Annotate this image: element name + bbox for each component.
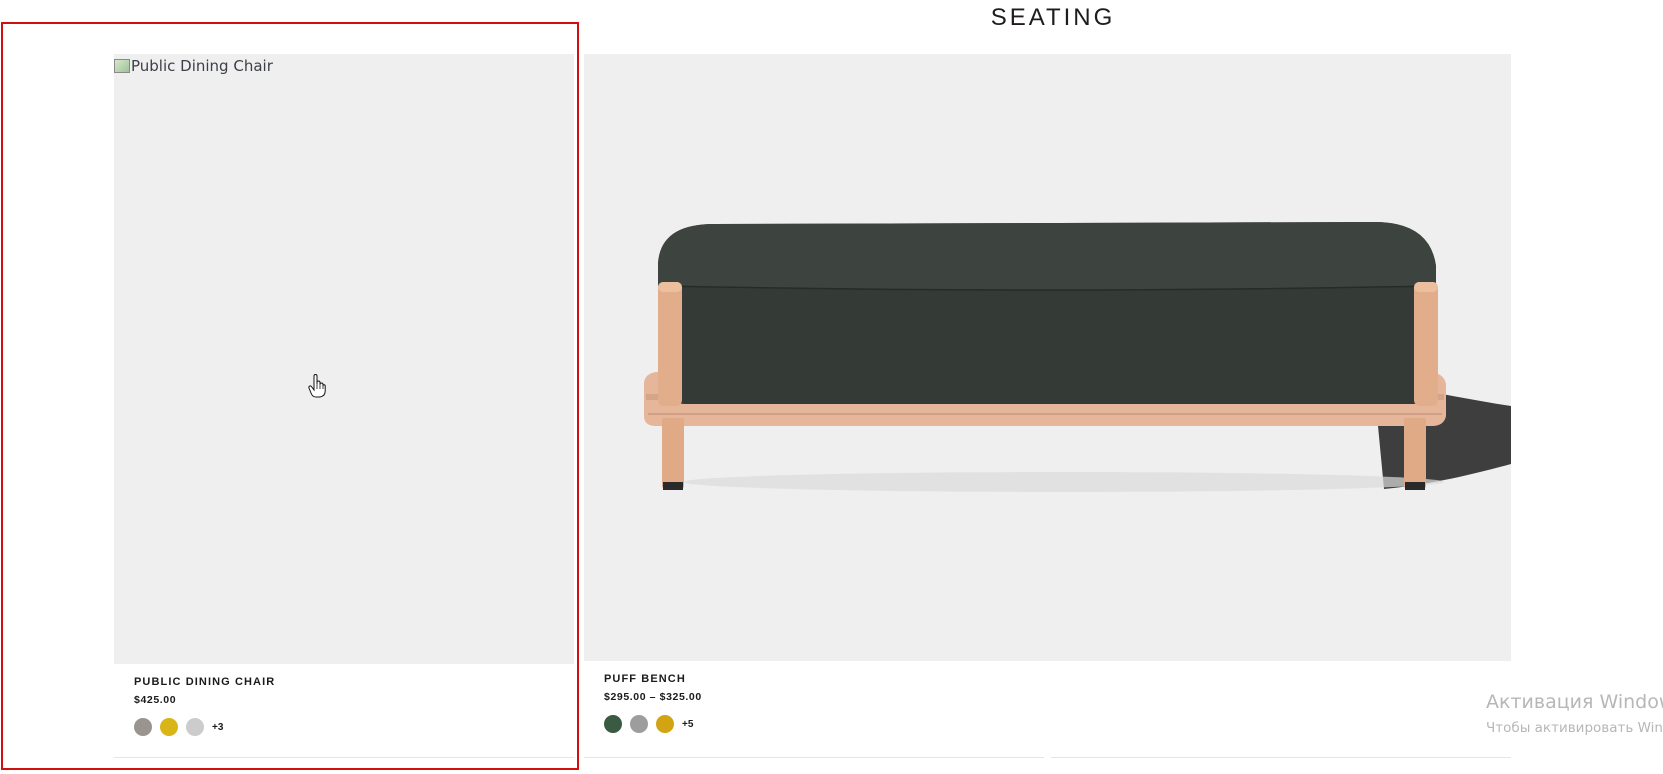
section-title: SEATING [990,4,1116,31]
product-image[interactable] [584,54,1511,661]
image-alt-text: Public Dining Chair [131,57,273,75]
broken-image-placeholder: Public Dining Chair [114,57,273,75]
color-swatch[interactable] [656,715,674,733]
product-price: $295.00 – $325.00 [604,691,702,703]
product-price: $425.00 [134,694,177,706]
color-swatch[interactable] [134,718,152,736]
product-name[interactable]: PUBLIC DINING CHAIR [134,676,275,688]
watermark-title: Активация Windows [1486,691,1663,713]
color-swatches: +5 [604,715,693,733]
card-divider [114,757,574,758]
more-colors-count[interactable]: +5 [682,719,693,730]
broken-image-icon [114,59,130,73]
puff-bench-image [644,222,1511,492]
watermark-subtitle: Чтобы активировать Windows [1486,720,1663,736]
color-swatches: +3 [134,718,223,736]
hand-cursor-icon [308,374,326,398]
windows-activation-watermark: Активация Windows Чтобы активировать Win… [1486,690,1663,738]
color-swatch[interactable] [630,715,648,733]
product-card-puff-bench[interactable]: PUFF BENCH $295.00 – $325.00 +5 [584,54,1511,760]
product-name[interactable]: PUFF BENCH [604,673,686,685]
card-divider [1051,757,1511,758]
product-grid-page: SEATING Public Dining Chair PUBLIC DININ… [0,0,1663,774]
more-colors-count[interactable]: +3 [212,722,223,733]
color-swatch[interactable] [186,718,204,736]
color-swatch[interactable] [160,718,178,736]
color-swatch[interactable] [604,715,622,733]
product-image[interactable]: Public Dining Chair [114,54,574,664]
card-divider [584,757,1044,758]
product-card-public-dining-chair[interactable]: Public Dining Chair PUBLIC DINING CHAIR … [114,54,574,760]
